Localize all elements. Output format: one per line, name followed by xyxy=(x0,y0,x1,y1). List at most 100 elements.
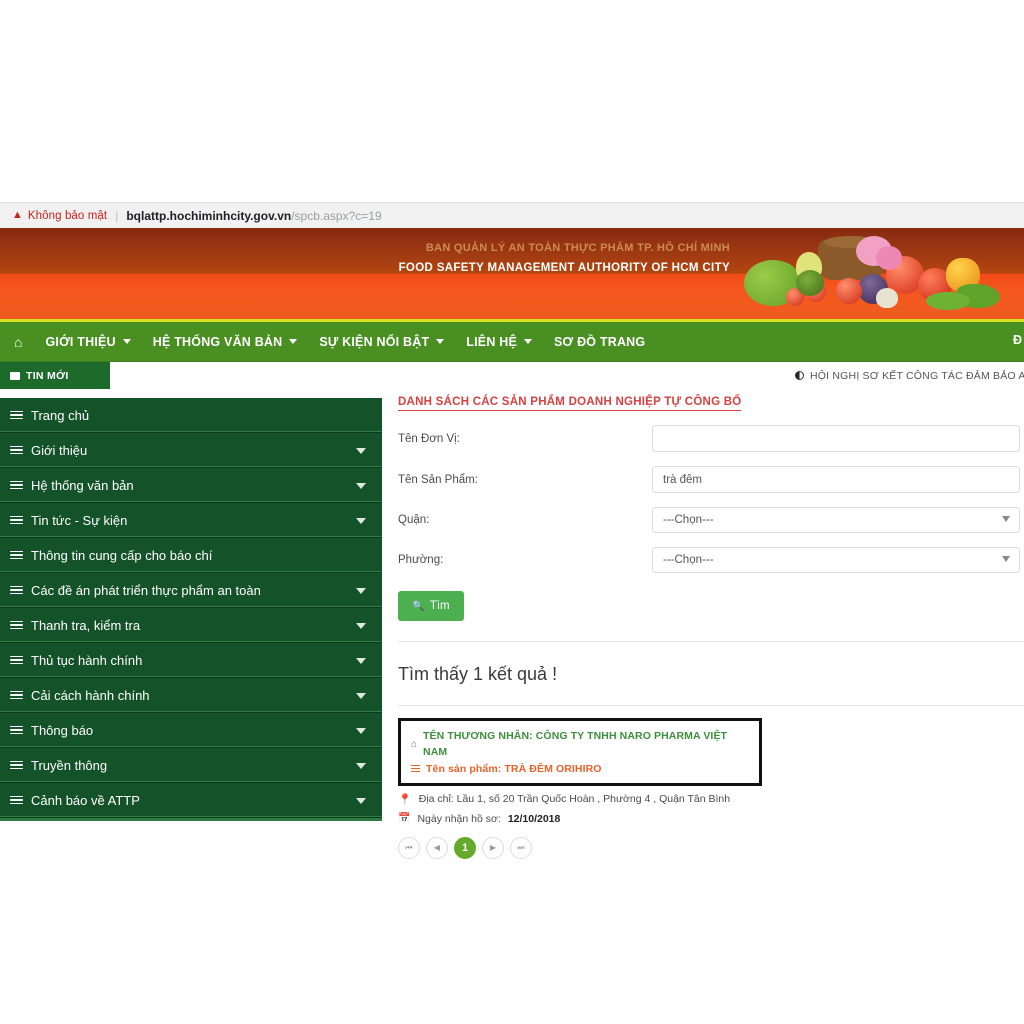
district-label: Quận: xyxy=(398,514,652,526)
chevron-down-icon xyxy=(356,693,366,699)
form-row-district: Quận: xyxy=(398,507,1024,533)
product-input[interactable] xyxy=(652,466,1020,493)
unit-input[interactable] xyxy=(652,425,1020,452)
nav-item-so-do-trang[interactable]: SƠ ĐỒ TRANG xyxy=(543,335,656,349)
address-separator: | xyxy=(115,209,118,223)
list-icon xyxy=(10,794,23,807)
nav-item-label: LIÊN HỆ xyxy=(466,335,517,349)
district-select[interactable] xyxy=(652,507,1020,533)
result-product-line: Tên sản phẩm: TRÀ ĐÊM ORIHIRO xyxy=(411,761,749,777)
chevron-down-icon xyxy=(356,448,366,454)
sidebar-item[interactable]: Cảnh báo về ATTP xyxy=(0,783,382,818)
vegetables-illustration xyxy=(700,234,1000,320)
sidebar-item-label: Thông tin cung cấp cho báo chí xyxy=(31,548,212,563)
unit-label: Tên Đơn Vị: xyxy=(398,433,652,445)
pagination-prev-button[interactable]: ◀ xyxy=(426,837,448,859)
chevron-down-icon xyxy=(356,623,366,629)
calendar-icon: 📅 xyxy=(398,813,410,824)
nav-item-gioi-thieu[interactable]: GIỚI THIỆU xyxy=(34,335,141,349)
browser-address-bar[interactable]: ▲ Không bảo mật | bqlattp.hochiminhcity.… xyxy=(0,202,1024,228)
sidebar-item[interactable]: Trang chủ xyxy=(0,398,382,433)
result-date-label: Ngày nhận hồ sơ: xyxy=(417,813,500,825)
main-navigation[interactable]: ⌂ GIỚI THIỆU HỆ THỐNG VĂN BẢN SỰ KIỆN NỔ… xyxy=(0,322,1024,362)
list-icon xyxy=(10,444,23,457)
sidebar-item-label: Tin tức - Sự kiện xyxy=(31,513,127,528)
banner-title-vn: BAN QUẢN LÝ AN TOÀN THỰC PHẨM TP. HỒ CHÍ… xyxy=(0,242,730,254)
chevron-down-icon xyxy=(356,658,366,664)
list-icon xyxy=(10,654,23,667)
map-pin-icon: 📍 xyxy=(398,793,412,806)
pagination[interactable]: ⏮ ◀ 1 ▶ ⏭ xyxy=(398,837,1024,859)
district-select-wrap[interactable] xyxy=(652,507,1020,533)
home-icon[interactable]: ⌂ xyxy=(14,334,22,350)
news-ticker-text: HỘI NGHỊ SƠ KẾT CÔNG TÁC ĐẢM BẢO AN T xyxy=(810,370,1024,382)
result-product: Tên sản phẩm: TRÀ ĐÊM ORIHIRO xyxy=(426,761,602,777)
list-icon xyxy=(10,514,23,527)
chevron-down-icon xyxy=(356,728,366,734)
sidebar-item[interactable]: Thông tin cung cấp cho báo chí xyxy=(0,538,382,573)
chevron-down-icon xyxy=(356,588,366,594)
form-row-unit: Tên Đơn Vị: xyxy=(398,425,1024,452)
sidebar-item-label: Thủ tục hành chính xyxy=(31,653,142,668)
sidebar-item[interactable]: Cải cách hành chính xyxy=(0,678,382,713)
pagination-first-button[interactable]: ⏮ xyxy=(398,837,420,859)
result-item-highlight[interactable]: ⌂ TÊN THƯƠNG NHÂN: CÔNG TY TNHH NARO PHA… xyxy=(398,718,762,786)
nav-item-su-kien-noi-bat[interactable]: SỰ KIỆN NỔI BẬT xyxy=(308,335,455,349)
section-divider xyxy=(398,641,1024,642)
result-address: Địa chỉ: Lầu 1, số 20 Trần Quốc Hoàn , P… xyxy=(419,793,730,805)
chevron-down-icon xyxy=(356,483,366,489)
list-icon xyxy=(10,479,23,492)
page-title: DANH SÁCH CÁC SẢN PHẨM DOANH NGHIỆP TỰ C… xyxy=(398,396,741,411)
news-badge-label: TIN MỚI xyxy=(26,370,69,382)
sidebar-item[interactable]: Các đề án phát triển thực phẩm an toàn xyxy=(0,573,382,608)
search-icon: 🔍 xyxy=(412,601,424,612)
sidebar-item[interactable]: Giới thiệu xyxy=(0,433,382,468)
result-count: Tìm thấy 1 kết quả ! xyxy=(398,664,1024,685)
sidebar-item[interactable]: Truyền thông xyxy=(0,748,382,783)
sidebar-item[interactable]: Hệ thống văn bản xyxy=(0,468,382,503)
list-icon xyxy=(10,549,23,562)
ward-select[interactable] xyxy=(652,547,1020,573)
chevron-down-icon xyxy=(356,798,366,804)
sidebar-item[interactable]: Thông báo xyxy=(0,713,382,748)
pagination-next-button[interactable]: ▶ xyxy=(482,837,504,859)
site-banner: BAN QUẢN LÝ AN TOÀN THỰC PHẨM TP. HỒ CHÍ… xyxy=(0,228,1024,322)
chevron-down-icon xyxy=(436,339,444,344)
chevron-down-icon xyxy=(356,763,366,769)
sidebar-item[interactable]: Thanh tra, kiểm tra xyxy=(0,608,382,643)
result-merchant-line: ⌂ TÊN THƯƠNG NHÂN: CÔNG TY TNHH NARO PHA… xyxy=(411,728,749,761)
list-icon xyxy=(10,584,23,597)
list-icon xyxy=(411,764,420,774)
search-button-label: Tìm xyxy=(430,600,450,612)
search-button[interactable]: 🔍 Tìm xyxy=(398,591,464,621)
list-icon xyxy=(10,619,23,632)
sidebar-item[interactable]: Tin tức - Sự kiện xyxy=(0,503,382,538)
ward-select-wrap[interactable] xyxy=(652,547,1020,573)
chevron-down-icon xyxy=(524,339,532,344)
sidebar-item-label: Cảnh báo về ATTP xyxy=(31,793,140,808)
sidebar-menu: Trang chủGiới thiệuHệ thống văn bản Tin t… xyxy=(0,398,382,821)
result-merchant: TÊN THƯƠNG NHÂN: CÔNG TY TNHH NARO PHARM… xyxy=(423,728,749,761)
news-badge[interactable]: TIN MỚI xyxy=(0,362,110,389)
result-date-value: 12/10/2018 xyxy=(508,813,561,825)
nav-item-lien-he[interactable]: LIÊN HỆ xyxy=(455,335,543,349)
news-ticker-bar: TIN MỚI HỘI NGHỊ SƠ KẾT CÔNG TÁC ĐẢM BẢO… xyxy=(0,362,1024,389)
results-divider xyxy=(398,705,1024,706)
news-ticker-item[interactable]: HỘI NGHỊ SƠ KẾT CÔNG TÁC ĐẢM BẢO AN T xyxy=(795,362,1024,389)
nav-item-label: SƠ ĐỒ TRANG xyxy=(554,335,645,349)
warning-triangle-icon: ▲ xyxy=(12,210,23,221)
pagination-page-1[interactable]: 1 xyxy=(454,837,476,859)
list-icon xyxy=(10,689,23,702)
half-circle-icon xyxy=(795,371,804,380)
sidebar-item-label: Truyền thông xyxy=(31,758,107,773)
sidebar-item-label: Thông báo xyxy=(31,723,93,738)
list-icon xyxy=(10,724,23,737)
sidebar-item[interactable]: Thủ tục hành chính xyxy=(0,643,382,678)
nav-item-he-thong-van-ban[interactable]: HỆ THỐNG VĂN BẢN xyxy=(142,335,309,349)
sidebar-item-label: Thanh tra, kiểm tra xyxy=(31,618,140,633)
pagination-last-button[interactable]: ⏭ xyxy=(510,837,532,859)
chevron-down-icon xyxy=(356,518,366,524)
screenshot-root: ▲ Không bảo mật | bqlattp.hochiminhcity.… xyxy=(0,0,1024,1024)
nav-item-truncated[interactable]: Đ xyxy=(1013,333,1022,347)
security-warning-text: Không bảo mật xyxy=(28,210,107,222)
